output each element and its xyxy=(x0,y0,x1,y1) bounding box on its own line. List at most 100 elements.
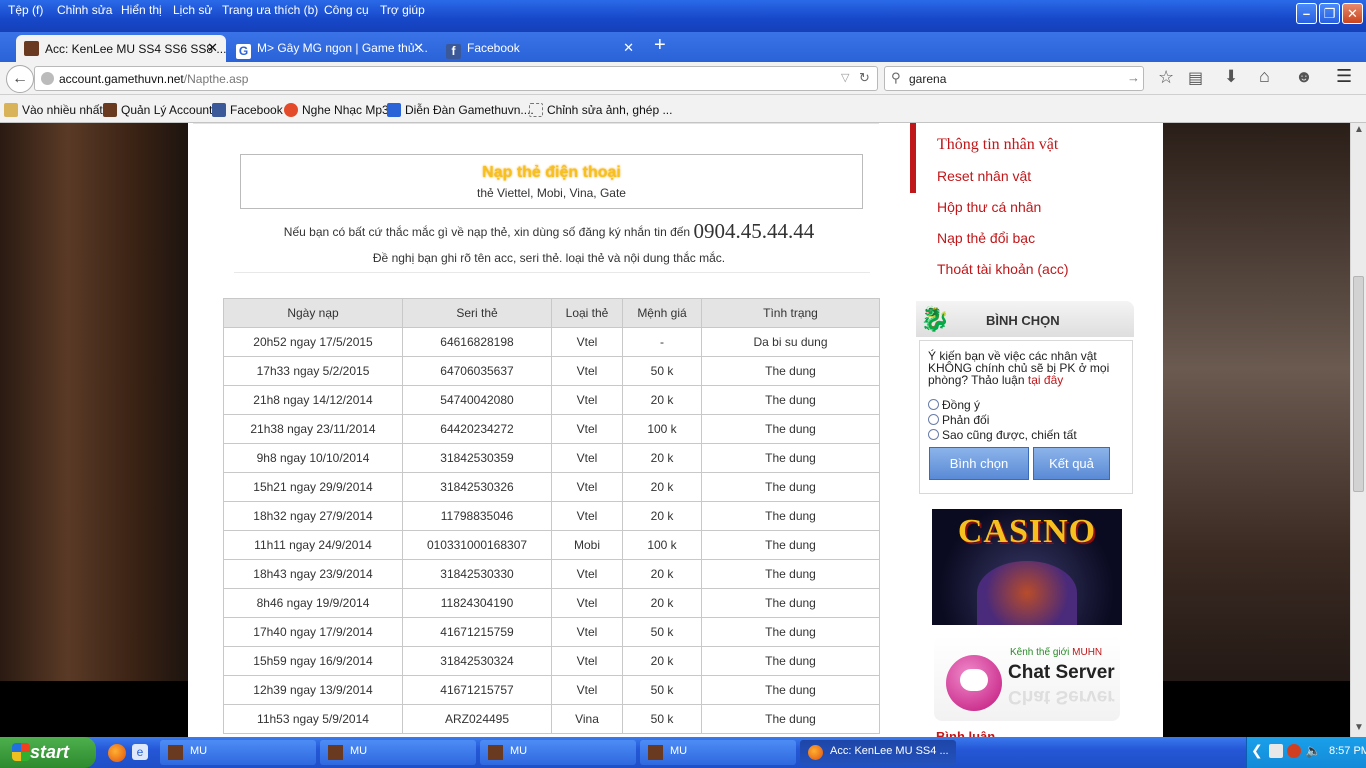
results-button[interactable]: Kết quả xyxy=(1033,447,1110,480)
menu-bookmarks[interactable]: Trang ưa thích (b) xyxy=(222,3,318,17)
col-value: Mệnh giá xyxy=(622,298,702,328)
bookmarks-bar: Vào nhiều nhất Quản Lý Account Facebook … xyxy=(0,95,1366,123)
cell-status: The dung xyxy=(701,530,880,560)
hamburger-menu-icon[interactable]: ☰ xyxy=(1336,66,1352,87)
sidebar-item-logout[interactable]: Thoát tài khoản (acc) xyxy=(937,261,1069,277)
menu-view[interactable]: Hiển thị xyxy=(121,3,162,17)
cell-value: 50 k xyxy=(622,675,702,705)
scroll-down-arrow-icon[interactable]: ▼ xyxy=(1354,722,1364,733)
bookmarks-list-icon[interactable]: ▤ xyxy=(1188,68,1203,88)
tab-facebook[interactable]: f Facebook ✕ xyxy=(438,35,642,62)
page-margin-right xyxy=(1136,123,1163,737)
page-scrollbar[interactable]: ▲ ▼ xyxy=(1350,123,1366,737)
taskbar-task-mu-3[interactable]: MU xyxy=(480,740,636,765)
bookmark-facebook[interactable]: Facebook xyxy=(212,103,283,117)
cell-serial: 41671215757 xyxy=(402,675,552,705)
download-icon[interactable]: ⬇ xyxy=(1224,67,1238,87)
reload-icon[interactable]: ↻ xyxy=(859,70,870,86)
sidebar-item-inbox[interactable]: Hộp thư cá nhân xyxy=(937,199,1041,215)
bookmark-most-visited[interactable]: Vào nhiều nhất xyxy=(4,103,103,117)
cell-date: 18h32 ngay 27/9/2014 xyxy=(223,501,403,531)
search-icon: ⚲ xyxy=(891,70,901,85)
ie-quicklaunch-icon[interactable]: e xyxy=(132,744,148,760)
divider xyxy=(234,272,870,273)
casino-characters xyxy=(977,561,1077,625)
cell-value: 100 k xyxy=(622,530,702,560)
cell-date: 12h39 ngay 13/9/2014 xyxy=(223,675,403,705)
tab-gamethu[interactable]: G M> Gây MG ngon | Game thủ ... ✕ xyxy=(228,35,432,62)
close-window-button[interactable]: ✕ xyxy=(1342,3,1363,24)
poll-option-agree[interactable]: Đồng ý xyxy=(928,398,980,412)
security-icon[interactable] xyxy=(1287,744,1301,758)
address-bar[interactable]: account.gamethuvn.net/Napthe.asp ▽ ↻ xyxy=(34,66,878,91)
search-go-icon[interactable]: → xyxy=(1127,70,1140,85)
poll-discuss-link[interactable]: tại đây xyxy=(1028,373,1063,387)
minimize-button[interactable]: – xyxy=(1296,3,1317,24)
cell-status: The dung xyxy=(701,559,880,589)
table-row: 8h46 ngay 19/9/2014 11824304190 Vtel 20 k Th… xyxy=(223,588,880,618)
facebook-favicon-icon: f xyxy=(446,44,461,59)
dropdown-arrow-icon[interactable]: ▽ xyxy=(841,71,849,84)
firefox-icon[interactable] xyxy=(108,744,126,762)
menu-help[interactable]: Trợ giúp xyxy=(380,3,425,17)
cell-serial: 64616828198 xyxy=(402,327,552,357)
vote-button[interactable]: Bình chọn xyxy=(929,447,1029,480)
back-arrow-icon[interactable]: ← xyxy=(6,65,34,93)
tab-bar: Acc: KenLee MU SS4 SS6 SS8 ... ✕ G M> Gây… xyxy=(0,32,1366,62)
bookmark-music[interactable]: Nghe Nhạc Mp3 xyxy=(284,103,389,117)
cell-card-type: Vtel xyxy=(551,385,623,415)
cell-date: 18h43 ngay 23/9/2014 xyxy=(223,559,403,589)
radio-icon[interactable] xyxy=(928,414,939,425)
cell-date: 17h40 ngay 17/9/2014 xyxy=(223,617,403,647)
poll-question: Ý kiến bạn về việc các nhân vật KHÔNG ch… xyxy=(928,349,1110,387)
maximize-button[interactable]: ❐ xyxy=(1319,3,1340,24)
search-box[interactable]: ⚲ garena → xyxy=(884,66,1144,91)
table-header-row: Ngày nạp Seri thẻ Loại thẻ Mệnh giá Tình… xyxy=(223,298,880,328)
poll-option-disagree[interactable]: Phản đối xyxy=(928,413,989,427)
taskbar-task-mu-4[interactable]: MU xyxy=(640,740,796,765)
bookmark-photo-edit[interactable]: Chỉnh sửa ảnh, ghép ... xyxy=(529,103,672,117)
close-tab-icon[interactable]: ✕ xyxy=(207,40,218,56)
table-row: 17h33 ngay 5/2/2015 64706035637 Vtel 50 k Th… xyxy=(223,356,880,386)
volume-icon[interactable]: 🔈 xyxy=(1305,743,1321,759)
menu-edit[interactable]: Chỉnh sửa xyxy=(57,3,112,17)
scroll-thumb[interactable] xyxy=(1353,276,1364,492)
cell-status: Da bi su dung xyxy=(701,327,880,357)
new-tab-button[interactable]: + xyxy=(654,34,666,57)
poll-option-whatever[interactable]: Sao cũng được, chiến tất xyxy=(928,428,1077,442)
cell-status: The dung xyxy=(701,472,880,502)
menu-history[interactable]: Lịch sử xyxy=(173,3,212,17)
search-input[interactable]: garena xyxy=(909,72,946,86)
menu-tools[interactable]: Công cụ xyxy=(324,3,369,17)
tab-acc-kenlee[interactable]: Acc: KenLee MU SS4 SS6 SS8 ... ✕ xyxy=(16,35,226,62)
bookmark-forum[interactable]: Diễn Đàn Gamethuvn.... xyxy=(387,103,534,117)
sidebar-item-topup[interactable]: Nạp thẻ đổi bạc xyxy=(937,230,1035,246)
sidebar-item-character-info[interactable]: Thông tin nhân vật xyxy=(937,136,1058,154)
bookmark-account[interactable]: Quản Lý Account xyxy=(103,103,212,117)
taskbar-task-mu-1[interactable]: MU xyxy=(160,740,316,765)
sidebar-item-reset[interactable]: Reset nhân vật xyxy=(937,168,1031,184)
chat-server-banner[interactable]: Kênh thế giới MUHN Chat Server Chat Serv… xyxy=(934,635,1120,721)
table-row: 17h40 ngay 17/9/2014 41671215759 Vtel 50 kT… xyxy=(223,617,880,647)
close-tab-icon[interactable]: ✕ xyxy=(623,40,634,56)
close-tab-icon[interactable]: ✕ xyxy=(413,40,424,56)
scroll-up-arrow-icon[interactable]: ▲ xyxy=(1354,124,1364,135)
home-icon[interactable]: ⌂ xyxy=(1259,66,1270,87)
tab-title: Acc: KenLee MU SS4 SS6 SS8 ... xyxy=(45,42,226,56)
clock: 8:57 PM xyxy=(1329,745,1366,757)
cell-date: 8h46 ngay 19/9/2014 xyxy=(223,588,403,618)
taskbar-task-mu-2[interactable]: MU xyxy=(320,740,476,765)
cell-status: The dung xyxy=(701,704,880,734)
cell-date: 11h11 ngay 24/9/2014 xyxy=(223,530,403,560)
star-bookmark-icon[interactable]: ☆ xyxy=(1158,67,1174,88)
chat-icon[interactable]: ☻ xyxy=(1295,67,1313,87)
tray-expand-icon[interactable]: ❮ xyxy=(1251,742,1263,759)
menu-file[interactable]: Tệp (f) xyxy=(8,3,43,17)
casino-banner[interactable]: CASINO xyxy=(932,509,1122,625)
network-icon[interactable] xyxy=(1269,744,1283,758)
taskbar-task-firefox[interactable]: Acc: KenLee MU SS4 ... xyxy=(800,740,956,765)
radio-icon[interactable] xyxy=(928,399,939,410)
cell-value: 100 k xyxy=(622,414,702,444)
radio-icon[interactable] xyxy=(928,429,939,440)
topup-box: Nạp thẻ điện thoại thẻ Viettel, Mobi, Vi… xyxy=(240,154,863,209)
